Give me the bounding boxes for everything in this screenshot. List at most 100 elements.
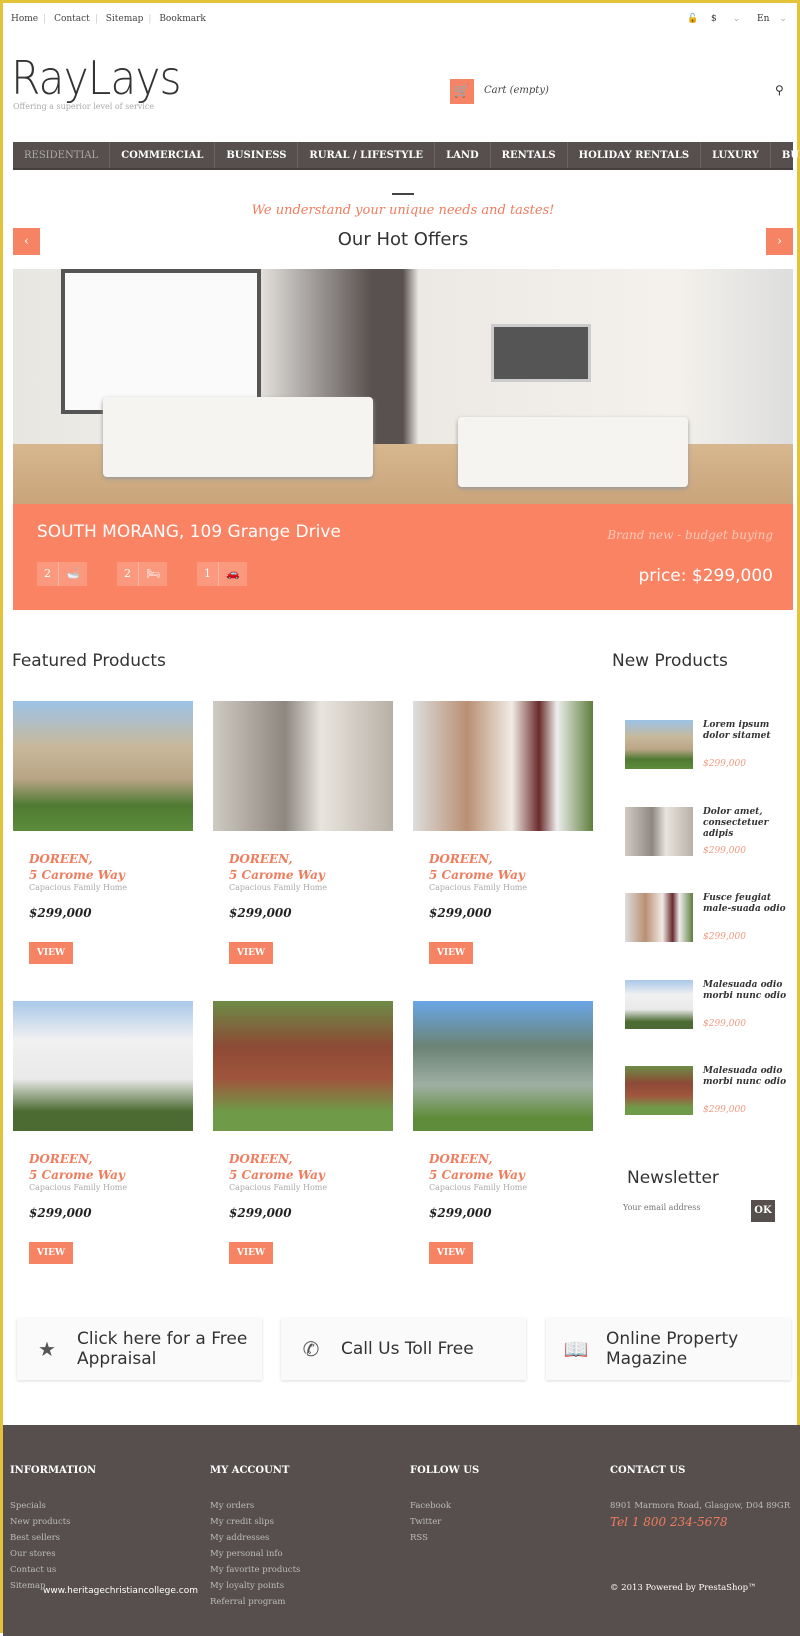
product-image[interactable]	[213, 701, 393, 831]
featured-product: DOREEN, 5 Carome Way Capacious Family Ho…	[13, 701, 193, 964]
newsletter-email-input[interactable]	[623, 1203, 743, 1212]
menu-commercial[interactable]: COMMERCIAL	[110, 142, 216, 168]
footer-link[interactable]: Referral program	[210, 1594, 300, 1610]
footer-link[interactable]: RSS	[410, 1530, 479, 1546]
footer-link[interactable]: Facebook	[410, 1498, 479, 1514]
lock-icon[interactable]: 🔓	[687, 14, 698, 24]
new-products-title: New Products	[612, 651, 728, 671]
view-button[interactable]: VIEW	[29, 942, 73, 964]
product-address[interactable]: 5 Carome Way	[429, 867, 593, 883]
view-button[interactable]: VIEW	[229, 1242, 273, 1264]
currency-value: $	[711, 14, 717, 24]
menu-luxury[interactable]: LUXURY	[701, 142, 771, 168]
call-box[interactable]: ✆ Call Us Toll Free	[281, 1318, 526, 1380]
new-product: Dolor amet, consectetuer adipis $299,000	[625, 806, 788, 856]
new-product-image[interactable]	[625, 1066, 693, 1115]
product-image[interactable]	[413, 1001, 593, 1131]
footer-link[interactable]: Twitter	[410, 1514, 479, 1530]
contact-address: 8901 Marmora Road, Glasgow, D04 89GR	[610, 1501, 791, 1511]
menu-rural[interactable]: RURAL / LIFESTYLE	[298, 142, 436, 168]
footer-link[interactable]: Specials	[10, 1498, 96, 1514]
product-name[interactable]: DOREEN,	[429, 1151, 593, 1167]
product-desc: Capacious Family Home	[229, 883, 328, 892]
watermark: www.heritagechristiancollege.com	[43, 1586, 198, 1596]
menu-holiday-rentals[interactable]: HOLIDAY RENTALS	[568, 142, 702, 168]
featured-product: DOREEN, 5 Carome Way Capacious Family Ho…	[13, 1001, 193, 1264]
currency-select[interactable]: $ ⌄	[711, 14, 740, 24]
footer-link[interactable]: My favorite products	[210, 1562, 300, 1578]
slider-prev-button[interactable]: ‹	[13, 228, 40, 255]
product-price: $299,000	[429, 906, 492, 920]
magazine-box[interactable]: 📖 Online Property Magazine	[546, 1318, 791, 1380]
new-product-name[interactable]: Lorem ipsum dolor sitamet	[703, 720, 788, 742]
top-link-sitemap[interactable]: Sitemap	[106, 14, 144, 24]
product-desc: Capacious Family Home	[429, 883, 528, 892]
product-image[interactable]	[213, 1001, 393, 1131]
product-name[interactable]: DOREEN,	[29, 1151, 193, 1167]
view-button[interactable]: VIEW	[429, 1242, 473, 1264]
menu-residential[interactable]: RESIDENTIAL	[13, 142, 111, 168]
new-product-name[interactable]: Malesuada odio morbi nunc odio	[703, 1066, 788, 1088]
footer-link[interactable]: My loyalty points	[210, 1578, 300, 1594]
footer-link[interactable]: My addresses	[210, 1530, 300, 1546]
view-button[interactable]: VIEW	[29, 1242, 73, 1264]
product-desc: Capacious Family Home	[29, 1183, 128, 1192]
product-image[interactable]	[13, 701, 193, 831]
product-name[interactable]: DOREEN,	[229, 1151, 393, 1167]
appraisal-box[interactable]: ★ Click here for a Free Appraisal	[17, 1318, 262, 1380]
footer-heading: MY ACCOUNT	[210, 1465, 290, 1476]
footer-link[interactable]: My orders	[210, 1498, 300, 1514]
search-icon[interactable]: ⚲	[775, 83, 784, 97]
new-product-name[interactable]: Malesuada odio morbi nunc odio	[703, 980, 788, 1002]
product-image[interactable]	[413, 701, 593, 831]
cart-icon[interactable]: 🛒	[450, 79, 474, 104]
footer-link[interactable]: My personal info	[210, 1546, 300, 1562]
menu-budget[interactable]: BUDGET	[771, 142, 800, 168]
product-address[interactable]: 5 Carome Way	[229, 867, 393, 883]
menu-rentals[interactable]: RENTALS	[491, 142, 568, 168]
footer-link[interactable]: My credit slips	[210, 1514, 300, 1530]
product-address[interactable]: 5 Carome Way	[29, 1167, 193, 1183]
product-image[interactable]	[13, 1001, 193, 1131]
book-icon: 📖	[563, 1337, 589, 1361]
new-product-image[interactable]	[625, 979, 693, 1029]
baths-count: 2	[37, 562, 59, 586]
slider-next-button[interactable]: ›	[766, 228, 793, 255]
menu-business[interactable]: BUSINESS	[215, 142, 299, 168]
new-product-name[interactable]: Dolor amet, consectetuer adipis	[703, 807, 788, 840]
top-link-contact[interactable]: Contact	[54, 14, 90, 24]
baths-feature: 2 🛁	[37, 562, 87, 586]
new-product-image[interactable]	[625, 893, 693, 942]
view-button[interactable]: VIEW	[429, 942, 473, 964]
footer-heading: CONTACT US	[610, 1465, 686, 1476]
featured-product: DOREEN, 5 Carome Way Capacious Family Ho…	[413, 701, 593, 964]
newsletter-ok-button[interactable]: OK	[751, 1200, 775, 1222]
footer-link[interactable]: Contact us	[10, 1562, 96, 1578]
slider-title: Our Hot Offers	[337, 229, 469, 250]
view-button[interactable]: VIEW	[229, 942, 273, 964]
product-name[interactable]: DOREEN,	[29, 851, 193, 867]
new-product: Fusce feugiat male-suada odio $299,000	[625, 893, 788, 942]
slider-image[interactable]	[13, 269, 793, 504]
footer-link[interactable]: Best sellers	[10, 1530, 96, 1546]
language-select[interactable]: En ⌄	[757, 14, 787, 24]
footer-link[interactable]: New products	[10, 1514, 96, 1530]
logo[interactable]: RayLays	[11, 51, 182, 105]
contact-phone[interactable]: Tel 1 800 234-5678	[610, 1514, 790, 1530]
top-link-bookmark[interactable]: Bookmark	[159, 14, 206, 24]
product-address[interactable]: 5 Carome Way	[229, 1167, 393, 1183]
slider-price: price: $299,000	[638, 566, 773, 586]
new-product-image[interactable]	[625, 806, 693, 856]
new-product: Lorem ipsum dolor sitamet $299,000	[625, 720, 788, 769]
product-address[interactable]: 5 Carome Way	[429, 1167, 593, 1183]
footer-link[interactable]: Our stores	[10, 1546, 96, 1562]
product-name[interactable]: DOREEN,	[429, 851, 593, 867]
menu-land[interactable]: LAND	[435, 142, 491, 168]
top-link-home[interactable]: Home	[11, 14, 38, 24]
new-product-image[interactable]	[625, 720, 693, 769]
product-name[interactable]: DOREEN,	[229, 851, 393, 867]
cart-label[interactable]: Cart (empty)	[484, 85, 549, 96]
product-address[interactable]: 5 Carome Way	[29, 867, 193, 883]
footer-contact: CONTACT US 8901 Marmora Road, Glasgow, D…	[610, 1465, 790, 1596]
new-product-name[interactable]: Fusce feugiat male-suada odio	[703, 893, 788, 915]
